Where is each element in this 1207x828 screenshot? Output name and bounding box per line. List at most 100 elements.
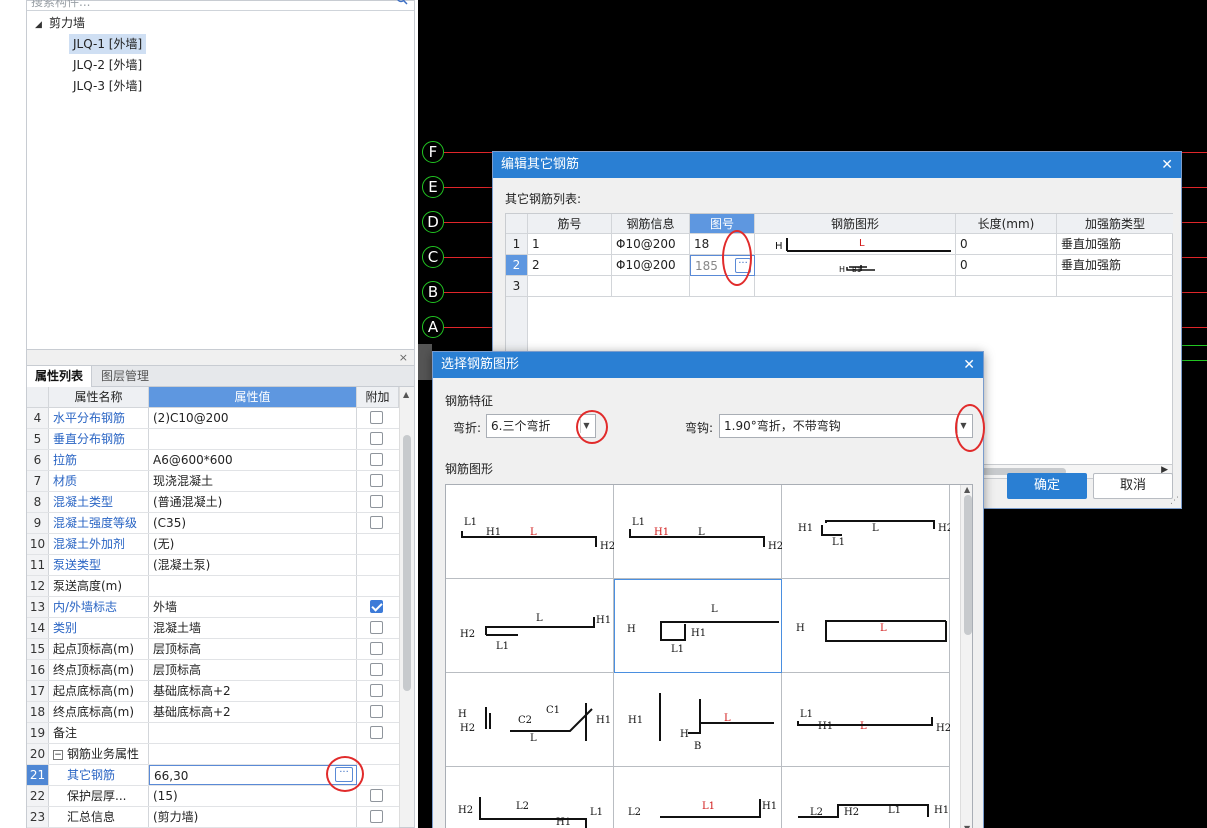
property-row[interactable]: 7 材质 现浇混凝土	[27, 471, 399, 492]
extra-checkbox[interactable]	[370, 705, 383, 718]
property-value[interactable]	[149, 723, 357, 743]
extra-checkbox[interactable]	[370, 453, 383, 466]
cell-reinforce-type[interactable]	[1057, 276, 1173, 297]
shape-option[interactable]: H H2 C2 C1 L H1	[446, 673, 614, 767]
property-row[interactable]: 15 起点顶标高(m) 层顶标高	[27, 639, 399, 660]
close-icon[interactable]: ✕	[1161, 152, 1173, 178]
extra-checkbox[interactable]	[370, 600, 383, 613]
search-icon[interactable]	[396, 0, 408, 5]
cell-rebar-info[interactable]: Φ10@200	[612, 234, 690, 255]
property-value[interactable]: (剪力墙)	[149, 807, 357, 827]
tree-node-shear-wall[interactable]: ◢ 剪力墙	[35, 15, 85, 35]
property-value[interactable]: A6@600*600	[149, 450, 357, 470]
collapse-triangle-icon[interactable]: ◢	[35, 17, 49, 33]
property-row[interactable]: 23 汇总信息 (剪力墙)	[27, 807, 399, 828]
tree-item-jlq-3[interactable]: JLQ-3 [外墙]	[69, 76, 146, 96]
extra-checkbox[interactable]	[370, 432, 383, 445]
shape-option[interactable]: L2 H2 L1 H1	[782, 767, 950, 828]
shape-option[interactable]: H1 L L1 H2	[782, 485, 950, 579]
cell-length[interactable]	[956, 276, 1057, 297]
cell-reinforce-type[interactable]: 垂直加强筋	[1057, 234, 1173, 255]
shape-option[interactable]: H2 L2 L1 H1	[446, 767, 614, 828]
search-input[interactable]: 搜索构件...	[27, 0, 414, 11]
cell-length[interactable]: 0	[956, 255, 1057, 276]
extra-checkbox[interactable]	[370, 642, 383, 655]
property-row[interactable]: 10 混凝土外加剂 (无)	[27, 534, 399, 555]
property-row[interactable]: 17 起点底标高(m) 基础底标高+2	[27, 681, 399, 702]
cell-rebar-shape[interactable]: HL	[755, 234, 956, 255]
cell-bar-no[interactable]: 2	[528, 255, 612, 276]
row-number[interactable]: 2	[506, 255, 528, 276]
extra-checkbox[interactable]	[370, 516, 383, 529]
cell-rebar-shape[interactable]: H B1	[755, 255, 956, 276]
tree-item-jlq-2[interactable]: JLQ-2 [外墙]	[69, 55, 146, 75]
property-value[interactable]: 外墙	[149, 597, 357, 617]
property-row[interactable]: 18 终点底标高(m) 基础底标高+2	[27, 702, 399, 723]
shape-option[interactable]: HL	[782, 579, 950, 673]
extra-checkbox[interactable]	[370, 684, 383, 697]
cancel-button[interactable]: 取消	[1093, 473, 1173, 499]
property-row[interactable]: 4 水平分布钢筋 (2)C10@200	[27, 408, 399, 429]
cell-bar-no[interactable]: 1	[528, 234, 612, 255]
property-value[interactable]	[149, 576, 357, 596]
property-value[interactable]	[149, 429, 357, 449]
property-row[interactable]: 13 内/外墙标志 外墙	[27, 597, 399, 618]
property-row[interactable]: 6 拉筋 A6@600*600	[27, 450, 399, 471]
property-value[interactable]: (普通混凝土)	[149, 492, 357, 512]
property-row[interactable]: 5 垂直分布钢筋	[27, 429, 399, 450]
property-row[interactable]: 19 备注	[27, 723, 399, 744]
shape-option[interactable]: L2 L1 H1	[614, 767, 782, 828]
shape-grid-scrollbar[interactable]: ▲▼	[960, 485, 972, 828]
hook-select[interactable]: 1.90°弯折，不带弯钩 ▼	[719, 414, 973, 438]
shape-option[interactable]: H1 H B L	[614, 673, 782, 767]
close-icon[interactable]: ✕	[963, 352, 975, 378]
shape-option[interactable]: L1 H1 L H2	[782, 673, 950, 767]
property-row[interactable]: 12 泵送高度(m)	[27, 576, 399, 597]
property-value[interactable]: 基础底标高+2	[149, 702, 357, 722]
close-icon[interactable]: ×	[399, 351, 408, 364]
cell-bar-no[interactable]	[528, 276, 612, 297]
tab-layer-management[interactable]: 图层管理	[93, 366, 157, 387]
property-row[interactable]: 16 终点顶标高(m) 层顶标高	[27, 660, 399, 681]
property-value[interactable]: (C35)	[149, 513, 357, 533]
property-value[interactable]: 混凝土墙	[149, 618, 357, 638]
extra-checkbox[interactable]	[370, 495, 383, 508]
property-value[interactable]: 层顶标高	[149, 639, 357, 659]
property-value[interactable]: (混凝土泵)	[149, 555, 357, 575]
property-row[interactable]: 8 混凝土类型 (普通混凝土)	[27, 492, 399, 513]
property-row[interactable]: 11 泵送类型 (混凝土泵)	[27, 555, 399, 576]
property-value[interactable]: 现浇混凝土	[149, 471, 357, 491]
property-scrollbar[interactable]: ▲	[399, 387, 414, 827]
extra-checkbox[interactable]	[370, 789, 383, 802]
property-value[interactable]: (无)	[149, 534, 357, 554]
cell-rebar-shape[interactable]	[755, 276, 956, 297]
cell-reinforce-type[interactable]: 垂直加强筋	[1057, 255, 1173, 276]
collapse-minus-icon[interactable]: −	[53, 749, 63, 760]
extra-checkbox[interactable]	[370, 663, 383, 676]
row-number[interactable]: 3	[506, 276, 528, 297]
shape-option[interactable]: H2 L L1 H1	[446, 579, 614, 673]
shape-option-selected[interactable]: H L H1 L1	[614, 579, 782, 673]
tree-item-jlq-1[interactable]: JLQ-1 [外墙]	[69, 34, 147, 54]
extra-checkbox[interactable]	[370, 621, 383, 634]
extra-checkbox[interactable]	[370, 726, 383, 739]
canvas-splitter[interactable]	[418, 344, 432, 380]
ok-button[interactable]: 确定	[1007, 473, 1087, 499]
cell-rebar-info[interactable]	[612, 276, 690, 297]
property-row[interactable]: 14 类别 混凝土墙	[27, 618, 399, 639]
resize-grip-icon[interactable]: ⋰	[1170, 496, 1179, 506]
extra-checkbox[interactable]	[370, 474, 383, 487]
extra-checkbox[interactable]	[370, 411, 383, 424]
tab-property-list[interactable]: 属性列表	[27, 366, 93, 387]
property-value[interactable]: 基础底标高+2	[149, 681, 357, 701]
cell-length[interactable]: 0	[956, 234, 1057, 255]
shape-option[interactable]: L1 H1 L H2	[446, 485, 614, 579]
property-value[interactable]	[149, 744, 357, 764]
property-row[interactable]: 9 混凝土强度等级 (C35)	[27, 513, 399, 534]
cell-rebar-info[interactable]: Φ10@200	[612, 255, 690, 276]
property-value[interactable]: 层顶标高	[149, 660, 357, 680]
row-number[interactable]: 1	[506, 234, 528, 255]
property-value[interactable]: (2)C10@200	[149, 408, 357, 428]
property-value[interactable]: (15)	[149, 786, 357, 806]
extra-checkbox[interactable]	[370, 810, 383, 823]
